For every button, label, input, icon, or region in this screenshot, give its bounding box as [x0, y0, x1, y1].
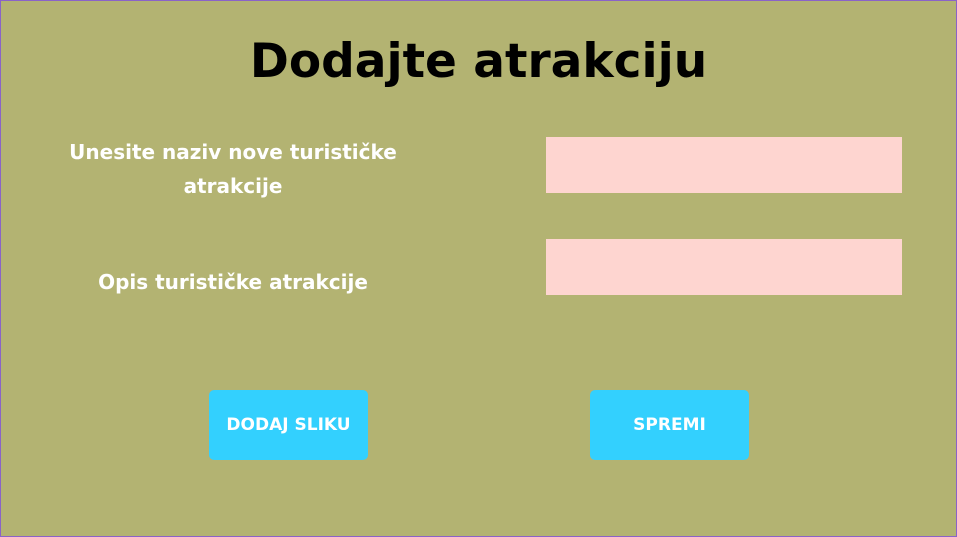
attraction-description-input[interactable]: [546, 239, 902, 295]
attraction-name-label: Unesite naziv nove turističke atrakcije: [69, 140, 397, 198]
page-title: Dodajte atrakciju: [249, 34, 708, 89]
save-button[interactable]: SPREMI: [590, 390, 749, 460]
attraction-description-label: Opis turističke atrakcije: [98, 270, 368, 294]
add-attraction-screen: Dodajte atrakciju Unesite naziv nove tur…: [0, 0, 957, 537]
add-image-button[interactable]: DODAJ SLIKU: [209, 390, 368, 460]
attraction-name-input[interactable]: [546, 137, 902, 193]
